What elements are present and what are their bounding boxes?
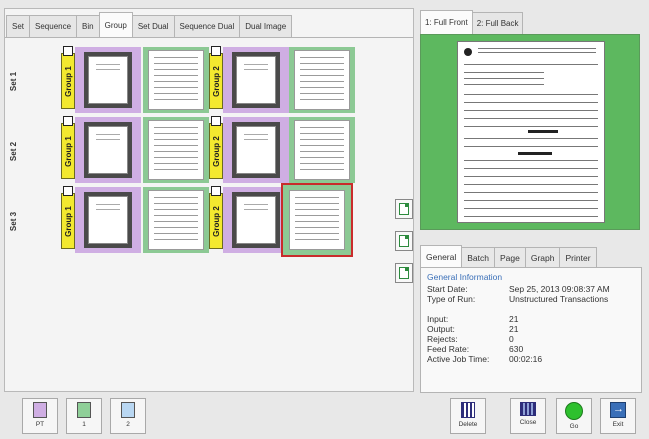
tab-page[interactable]: Page (494, 247, 526, 267)
tab-sequence[interactable]: Sequence (29, 15, 78, 37)
bin-pt-button[interactable]: PT (22, 398, 58, 434)
bin-color-icon (121, 402, 135, 418)
barcode-icon (63, 46, 73, 56)
bin-1-button[interactable]: 1 (66, 398, 102, 434)
general-info-panel: General Information Start Date: Sep 25, 2… (420, 267, 642, 393)
group-tag: Group 2 (209, 116, 223, 179)
barcode-icon (211, 46, 221, 56)
bin-color-icon (77, 402, 91, 418)
blank-page-thumbnail (232, 192, 280, 248)
blank-page-thumbnail (232, 122, 280, 178)
tab-set[interactable]: Set (6, 15, 31, 37)
barcode-icon (211, 186, 221, 196)
page-card-selected[interactable] (281, 183, 353, 257)
page-card[interactable] (75, 187, 141, 253)
page-card[interactable] (143, 117, 209, 183)
close-button[interactable]: Close (510, 398, 546, 434)
tab-printer[interactable]: Printer (559, 247, 597, 267)
tab-full-back[interactable]: 2: Full Back (471, 12, 524, 34)
info-tabbar: General Batch Page Graph Printer (420, 243, 597, 267)
tab-batch[interactable]: Batch (461, 247, 495, 267)
document-thumbnail (289, 190, 345, 250)
bin-color-icon (33, 402, 47, 418)
set-row-2: Set 2 Group 1 Group 2 (5, 115, 413, 187)
tab-set-dual[interactable]: Set Dual (131, 15, 175, 37)
tab-full-front[interactable]: 1: Full Front (420, 10, 473, 34)
input-row: Input: 21 (427, 314, 519, 324)
set-label: Set 3 (9, 211, 19, 231)
page-card[interactable] (289, 47, 355, 113)
blank-page-thumbnail (232, 52, 280, 108)
blank-page-thumbnail (84, 52, 132, 108)
blank-page-thumbnail (84, 122, 132, 178)
exit-icon (610, 402, 626, 418)
set-row-1: Set 1 Group 1 Group 2 (5, 45, 413, 117)
barcode-icon (63, 116, 73, 126)
application-window: Set Sequence Bin Group Set Dual Sequence… (0, 0, 649, 439)
page-icon (399, 267, 409, 279)
page-card[interactable] (223, 47, 289, 113)
start-date-row: Start Date: Sep 25, 2013 09:08:37 AM (427, 284, 610, 294)
blank-page-thumbnail (84, 192, 132, 248)
set-label: Set 2 (9, 141, 19, 161)
section-title: General Information (427, 272, 503, 282)
page-card[interactable] (289, 117, 355, 183)
page-icon (399, 203, 409, 215)
barcode-icon (211, 116, 221, 126)
go-icon (565, 402, 583, 420)
left-tabbar: Set Sequence Bin Group Set Dual Sequence… (5, 9, 293, 37)
page-card[interactable] (75, 47, 141, 113)
run-type-row: Type of Run: Unstructured Transactions (427, 294, 609, 304)
preview-tabbar: 1: Full Front 2: Full Back (420, 8, 524, 34)
tab-bin[interactable]: Bin (76, 15, 100, 37)
document-thumbnail (148, 120, 204, 180)
exit-button[interactable]: Exit (600, 398, 636, 434)
rejects-row: Rejects: 0 (427, 334, 514, 344)
delete-button[interactable]: Delete (450, 398, 486, 434)
image-preview (420, 34, 640, 230)
insert-page-button[interactable] (395, 199, 413, 219)
group-tag: Group 2 (209, 186, 223, 249)
action-toolbar: Delete Close Go Exit (420, 396, 642, 436)
barcode-icon (63, 186, 73, 196)
page-card[interactable] (223, 117, 289, 183)
group-tag: Group 1 (61, 186, 75, 249)
delete-icon (461, 402, 475, 418)
tab-general[interactable]: General (420, 245, 463, 267)
append-page-button[interactable] (395, 231, 413, 251)
feed-rate-row: Feed Rate: 630 (427, 344, 524, 354)
group-tag: Group 1 (61, 116, 75, 179)
page-card[interactable] (223, 187, 289, 253)
set-row-3: Set 3 Group 1 Group 2 (5, 183, 413, 257)
document-thumbnail (294, 120, 350, 180)
page-card[interactable] (143, 187, 209, 253)
tab-sequence-dual[interactable]: Sequence Dual (173, 15, 241, 37)
document-preview (457, 41, 605, 223)
document-thumbnail (148, 190, 204, 250)
tab-dual-image[interactable]: Dual Image (239, 15, 293, 37)
go-button[interactable]: Go (556, 398, 592, 434)
page-card[interactable] (143, 47, 209, 113)
page-icon (399, 235, 409, 247)
bin-toolbar: PT 1 2 (4, 396, 414, 436)
document-thumbnail (294, 50, 350, 110)
split-page-button[interactable] (395, 263, 413, 283)
bin-2-button[interactable]: 2 (110, 398, 146, 434)
group-tag: Group 2 (209, 46, 223, 109)
active-time-row: Active Job Time: 00:02:16 (427, 354, 543, 364)
tab-group[interactable]: Group (98, 12, 133, 37)
set-label: Set 1 (9, 71, 19, 91)
close-icon (520, 402, 536, 416)
sort-view-panel: Set Sequence Bin Group Set Dual Sequence… (4, 8, 414, 392)
output-row: Output: 21 (427, 324, 519, 334)
tabbar-divider (5, 37, 413, 38)
group-tag: Group 1 (61, 46, 75, 109)
document-thumbnail (148, 50, 204, 110)
page-card[interactable] (75, 117, 141, 183)
tab-graph[interactable]: Graph (524, 247, 561, 267)
